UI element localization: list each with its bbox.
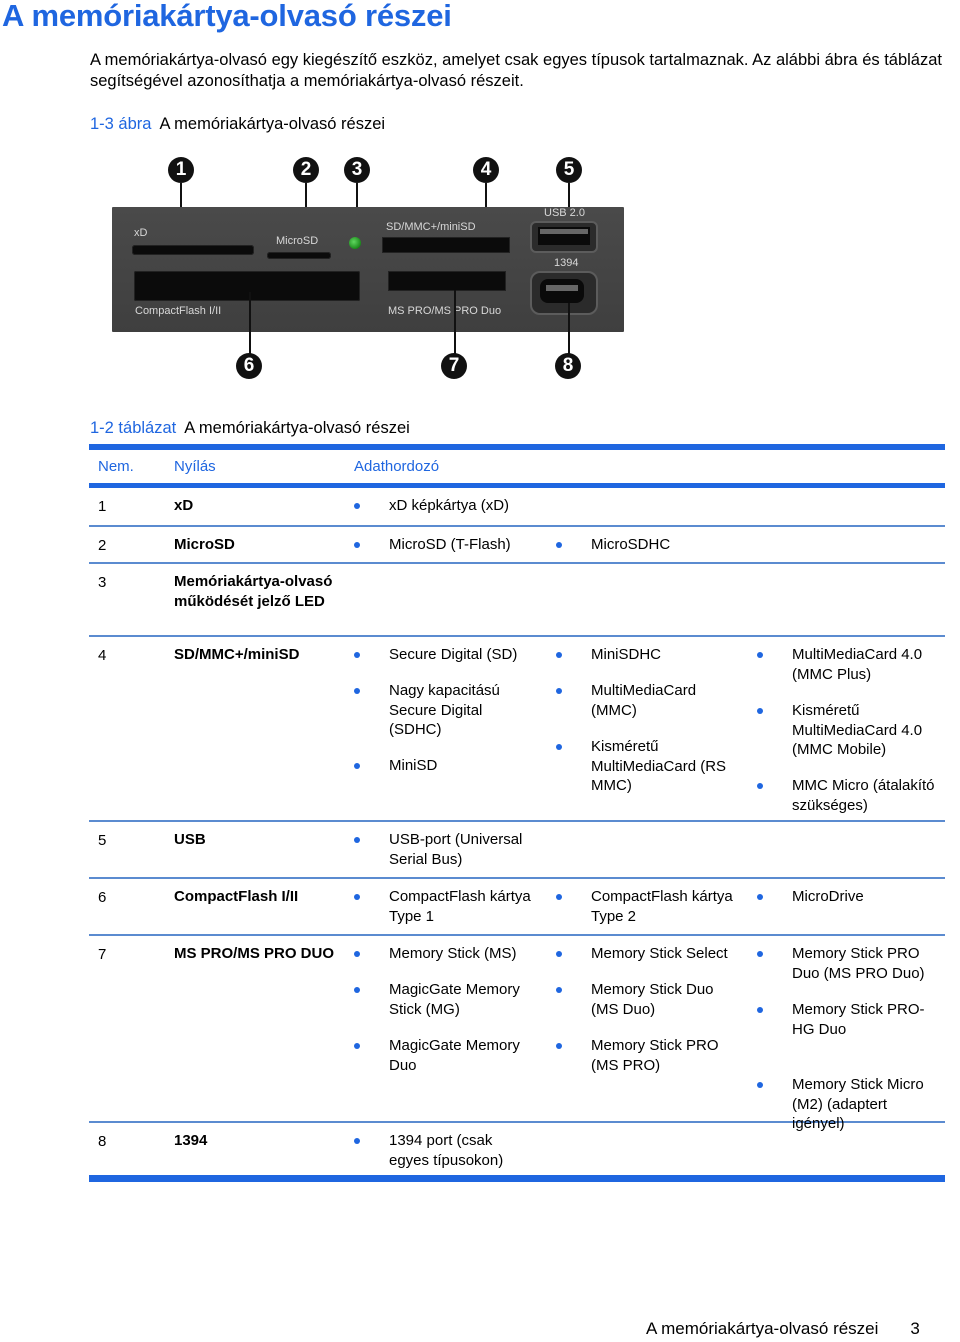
- callout-8: 8: [555, 353, 581, 379]
- panel-label-ms: MS PRO/MS PRO Duo: [388, 305, 502, 317]
- card-reader-figure: 1 2 3 4 5 xD MicroSD SD/MMC+/miniSD USB …: [112, 155, 624, 385]
- row-number: 7: [98, 946, 107, 963]
- intro-paragraph: A memóriakártya-olvasó egy kiegészítő es…: [90, 51, 942, 90]
- callout-2: 2: [293, 157, 319, 183]
- row-slot-name: USB: [174, 831, 206, 848]
- media-item: Memory Stick Select: [556, 944, 736, 964]
- media-item: MagicGate Memory Stick (MG): [354, 980, 534, 1019]
- media-item: Nagy kapacitású Secure Digital (SDHC): [354, 681, 534, 740]
- page-footer: A memóriakártya-olvasó részei 3: [646, 1318, 920, 1340]
- table-row: 3 Memóriakártya-olvasó működését jelző LE…: [89, 564, 945, 637]
- header-media: Adathordozó: [354, 458, 440, 475]
- callout-4: 4: [473, 157, 499, 183]
- header-slot: Nyílás: [174, 458, 216, 475]
- media-item: MiniSDHC: [556, 645, 736, 665]
- compactflash-slot: [134, 271, 360, 301]
- media-item: Memory Stick PRO Duo (MS PRO Duo): [757, 944, 937, 983]
- media-item: USB-port (Universal Serial Bus): [354, 830, 534, 869]
- callout-3: 3: [344, 157, 370, 183]
- row-slot-name: xD: [174, 497, 194, 514]
- card-reader-panel: xD MicroSD SD/MMC+/miniSD USB 2.0 1394 C…: [112, 207, 624, 332]
- media-item: MicroDrive: [757, 887, 937, 907]
- media-item: Secure Digital (SD): [354, 645, 534, 665]
- row-number: 2: [98, 537, 107, 554]
- leader-line-8: [568, 303, 570, 354]
- figure-caption-text: A memóriakártya-olvasó részei: [159, 115, 386, 133]
- callout-6: 6: [236, 353, 262, 379]
- table-header-row: Nem. Nyílás Adathordozó: [89, 450, 945, 483]
- panel-label-microsd: MicroSD: [276, 235, 319, 247]
- media-item: MagicGate Memory Duo: [354, 1036, 534, 1075]
- media-item: MicroSD (T-Flash): [354, 535, 534, 555]
- table-row: 5 USB USB-port (Universal Serial Bus): [89, 822, 945, 879]
- media-item: CompactFlash kártya Type 1: [354, 887, 534, 926]
- panel-label-xd: xD: [134, 227, 148, 239]
- table-body: 1 xD xD képkártya (xD) 2 MicroSD MicroSD (T-F…: [89, 488, 945, 1175]
- xd-slot: [132, 245, 254, 255]
- row-number: 8: [98, 1133, 107, 1150]
- table-bottom-rule: [89, 1175, 945, 1182]
- activity-led: [349, 237, 361, 249]
- ms-slot: [388, 271, 506, 291]
- row-slot-name: Memóriakártya-olvasó működését jelző LED: [174, 573, 333, 610]
- media-item: xD képkártya (xD): [354, 496, 534, 516]
- footer-section-title: A memóriakártya-olvasó részei: [646, 1319, 879, 1338]
- media-item: 1394 port (csak egyes típusokon): [354, 1131, 534, 1170]
- media-item: MMC Micro (átalakító szükséges): [757, 776, 937, 815]
- callout-5: 5: [556, 157, 582, 183]
- callout-7: 7: [441, 353, 467, 379]
- media-item: Kisméretű MultiMediaCard (RS MMC): [556, 737, 736, 796]
- table-row: 8 1394 1394 port (csak egyes típusokon): [89, 1123, 945, 1175]
- panel-label-compactflash: CompactFlash I/II: [135, 305, 222, 317]
- page-number: 3: [910, 1319, 920, 1338]
- leader-line-6: [249, 292, 251, 354]
- firewire-port: [530, 271, 598, 315]
- media-item: CompactFlash kártya Type 2: [556, 887, 736, 926]
- row-number: 5: [98, 832, 107, 849]
- media-item: MiniSD: [354, 756, 534, 776]
- page-title: A memóriakártya-olvasó részei: [2, 0, 452, 33]
- row-slot-name: MicroSD: [174, 536, 235, 553]
- row-slot-name: SD/MMC+/miniSD: [174, 646, 300, 663]
- row-number: 4: [98, 647, 107, 664]
- media-item: MicroSDHC: [556, 535, 736, 555]
- header-number: Nem.: [98, 458, 134, 475]
- table-row: 1 xD xD képkártya (xD): [89, 488, 945, 527]
- row-number: 1: [98, 498, 107, 515]
- table-row: 4 SD/MMC+/miniSD Secure Digital (SD) Nagy k…: [89, 637, 945, 822]
- media-item: Memory Stick (MS): [354, 944, 534, 964]
- row-slot-name: 1394: [174, 1132, 208, 1149]
- usb-port: [530, 221, 598, 253]
- card-reader-parts-table: Nem. Nyílás Adathordozó 1 xD xD képkártya …: [89, 444, 945, 1182]
- media-item: MultiMediaCard (MMC): [556, 681, 736, 720]
- row-number: 6: [98, 889, 107, 906]
- panel-label-sd: SD/MMC+/miniSD: [386, 221, 476, 233]
- panel-label-usb: USB 2.0: [544, 207, 585, 219]
- figure-caption: 1-3 ábra A memóriakártya-olvasó részei: [90, 114, 385, 135]
- row-slot-name: CompactFlash I/II: [174, 888, 299, 905]
- table-caption-text: A memóriakártya-olvasó részei: [184, 419, 410, 437]
- callout-1: 1: [168, 157, 194, 183]
- row-slot-name: MS PRO/MS PRO DUO: [174, 945, 335, 962]
- leader-line-7: [454, 290, 456, 354]
- media-item: Kisméretű MultiMediaCard 4.0 (MMC Mobile…: [757, 701, 937, 760]
- sd-slot: [382, 237, 510, 253]
- figure-caption-number: 1-3 ábra: [90, 115, 152, 133]
- row-number: 3: [98, 574, 107, 591]
- table-row: 2 MicroSD MicroSD (T-Flash) MicroSDHC: [89, 527, 945, 564]
- table-row: 7 MS PRO/MS PRO DUO Memory Stick (MS) Magic…: [89, 936, 945, 1132]
- microsd-slot: [267, 252, 331, 259]
- media-item: Memory Stick PRO-HG Duo: [757, 1000, 937, 1039]
- table-caption: 1-2 táblázat A memóriakártya-olvasó része…: [90, 418, 410, 439]
- media-item: MultiMediaCard 4.0 (MMC Plus): [757, 645, 937, 684]
- table-row: 6 CompactFlash I/II CompactFlash kártya Ty…: [89, 879, 945, 936]
- media-item: Memory Stick PRO (MS PRO): [556, 1036, 736, 1075]
- panel-label-1394: 1394: [554, 257, 579, 269]
- media-item: Memory Stick Duo (MS Duo): [556, 980, 736, 1019]
- table-caption-number: 1-2 táblázat: [90, 419, 177, 437]
